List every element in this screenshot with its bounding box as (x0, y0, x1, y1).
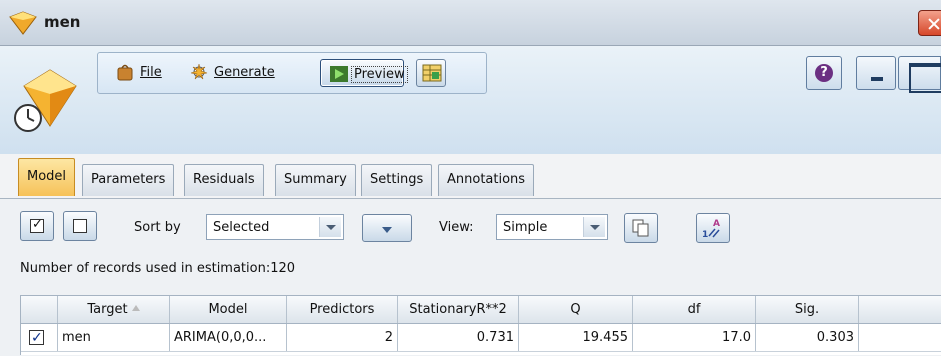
control-bar: ✓ Sort by Selected View: Simple A 1 (0, 205, 941, 245)
file-bag-icon (117, 64, 133, 81)
header-check-cell (21, 296, 58, 323)
row-check-cell[interactable]: ✓ (21, 324, 58, 351)
tab-model[interactable]: Model (18, 158, 76, 196)
checked-box-icon: ✓ (30, 217, 44, 233)
sort-by-label: Sort by (134, 220, 181, 235)
header-target[interactable]: Target (58, 296, 170, 323)
sort-by-value: Selected (213, 220, 270, 235)
minimize-button[interactable] (856, 56, 896, 90)
generate-menu[interactable]: Generate (190, 63, 275, 81)
header-sig[interactable]: Sig. (756, 296, 859, 323)
maximize-button[interactable] (898, 56, 941, 93)
header-target-label: Target (87, 302, 128, 317)
svg-text:A: A (713, 219, 720, 229)
tab-residuals[interactable]: Residuals (184, 164, 264, 196)
check-all-button[interactable]: ✓ (20, 211, 54, 241)
row-checkbox[interactable]: ✓ (29, 330, 44, 346)
header-model[interactable]: Model (170, 296, 287, 323)
cell-model: ARIMA(0,0,0... (170, 324, 287, 351)
view-value: Simple (503, 220, 548, 235)
header-area: File Generate Preview ? (0, 46, 941, 154)
header-stationary-r2[interactable]: StationaryR**2 (398, 296, 519, 323)
model-nugget-icon (9, 11, 37, 35)
close-button[interactable] (918, 10, 941, 36)
header-q[interactable]: Q (519, 296, 633, 323)
empty-box-icon (73, 219, 87, 233)
model-diamond-icon (14, 69, 77, 132)
tab-summary[interactable]: Summary (275, 164, 356, 196)
cell-stationary-r2: 0.731 (398, 324, 519, 351)
view-select[interactable]: Simple (496, 214, 608, 240)
view-label: View: (439, 220, 474, 235)
uncheck-all-button[interactable] (63, 211, 97, 241)
records-count-text: Number of records used in estimation:120 (20, 261, 296, 276)
cell-sig: 0.303 (756, 324, 859, 351)
window-title: men (44, 13, 81, 31)
header-df[interactable]: df (633, 296, 756, 323)
svg-text:1: 1 (702, 230, 708, 240)
toolbar: File Generate Preview (97, 52, 487, 94)
model-panel: ✓ Sort by Selected View: Simple A 1 Numb… (0, 199, 941, 356)
cell-q: 19.455 (519, 324, 633, 351)
copy-button[interactable] (624, 213, 658, 243)
title-bar: men (0, 0, 941, 46)
tab-annotations[interactable]: Annotations (438, 164, 535, 196)
tab-settings[interactable]: Settings (361, 164, 433, 196)
chevron-down-icon (583, 217, 605, 237)
generate-menu-label: Generate (214, 64, 275, 80)
preview-play-icon (330, 66, 348, 82)
check-icon: ✓ (31, 330, 43, 346)
sort-by-select[interactable]: Selected (206, 214, 344, 240)
chevron-down-icon (319, 217, 341, 237)
table-tool-button[interactable] (416, 59, 446, 87)
table-row[interactable]: ✓ men ARIMA(0,0,0... 2 0.731 19.455 17.0… (21, 324, 941, 352)
window-controls: ? (801, 54, 941, 94)
file-menu-label: File (140, 64, 162, 80)
model-table: Target Model Predictors StationaryR**2 Q… (20, 295, 941, 355)
table-header: Target Model Predictors StationaryR**2 Q… (21, 296, 941, 324)
help-button[interactable]: ? (806, 56, 842, 90)
cell-df: 17.0 (633, 324, 756, 351)
generate-spark-icon (190, 63, 208, 80)
table-grid-icon (422, 64, 442, 82)
cell-predictors: 2 (287, 324, 398, 351)
sort-ascending-button[interactable]: A 1 (696, 213, 730, 243)
help-icon: ? (815, 64, 833, 82)
file-menu[interactable]: File (116, 63, 162, 81)
copy-icon (632, 219, 649, 237)
sort-direction-button[interactable] (362, 214, 412, 242)
header-predictors[interactable]: Predictors (287, 296, 398, 323)
sort-az-icon: A 1 (702, 219, 720, 240)
tab-parameters[interactable]: Parameters (82, 164, 175, 196)
preview-label: Preview (351, 66, 408, 83)
preview-button[interactable]: Preview (320, 59, 408, 87)
cell-target: men (58, 324, 170, 351)
sort-indicator-icon (131, 305, 140, 311)
